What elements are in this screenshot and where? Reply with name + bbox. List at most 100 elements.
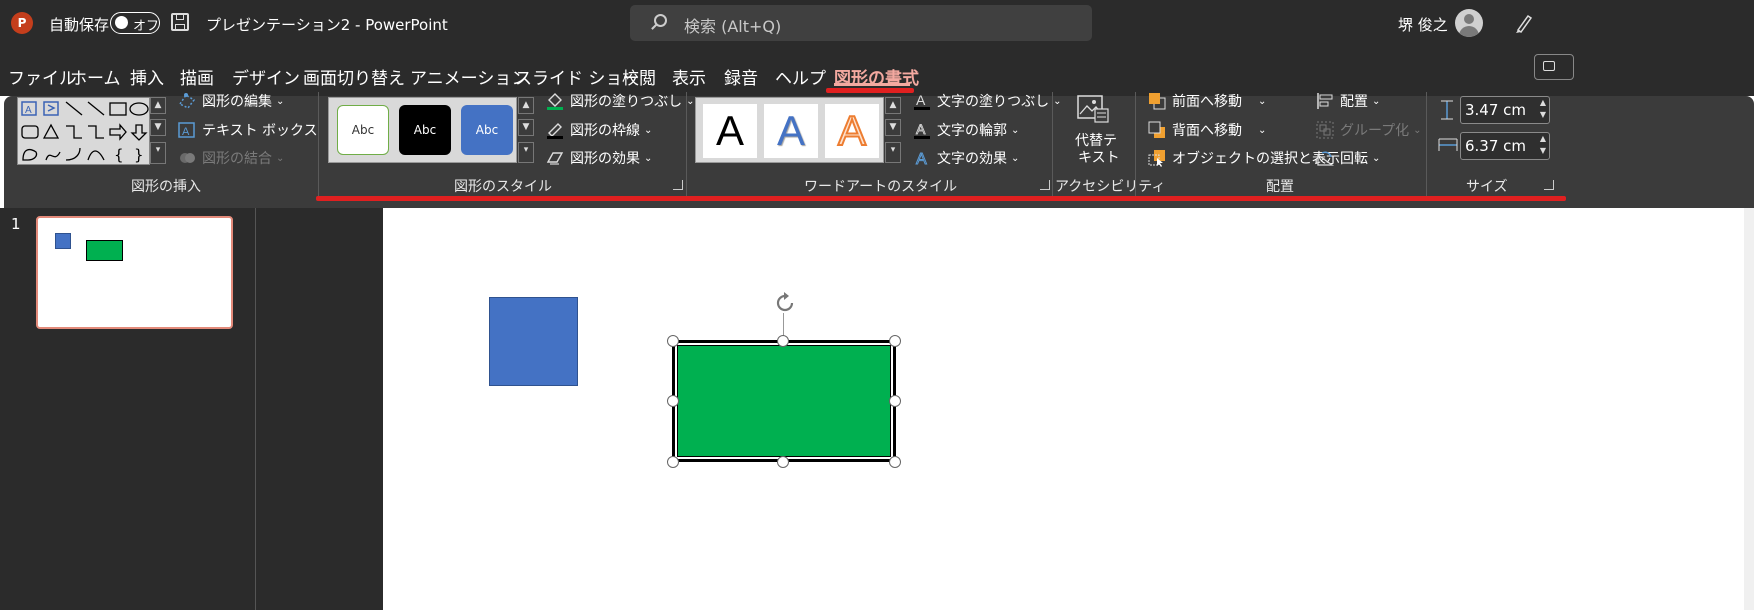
wordart-orange-outline[interactable]: A	[825, 104, 879, 158]
resize-handle-nw[interactable]	[667, 335, 679, 347]
width-spin-down[interactable]: ▼	[1540, 146, 1546, 155]
chevron-down-icon: ⌄	[686, 95, 695, 107]
shapes-scroll-down[interactable]: ▼	[150, 119, 166, 136]
search-box[interactable]: 検索 (Alt+Q)	[630, 5, 1092, 41]
shape-effects-button[interactable]: 図形の効果 ⌄	[546, 147, 652, 169]
tab-help[interactable]: ヘルプ	[775, 64, 826, 89]
shape-styles-launcher-icon[interactable]	[673, 180, 683, 190]
height-spin-up[interactable]: ▲	[1540, 98, 1546, 107]
paint-bucket-icon	[546, 92, 564, 110]
tab-home[interactable]: ホーム	[70, 64, 121, 89]
resize-handle-n[interactable]	[777, 335, 789, 347]
resize-handle-e[interactable]	[889, 395, 901, 407]
tab-draw[interactable]: 描画	[180, 64, 214, 89]
tab-view[interactable]: 表示	[672, 64, 706, 89]
tab-record[interactable]: 録音	[724, 64, 758, 89]
rotate-handle-icon[interactable]	[772, 290, 798, 316]
align-button[interactable]: 配置 ⌄	[1316, 90, 1380, 112]
wordart-scroll-down[interactable]: ▼	[885, 119, 901, 136]
text-fill-button[interactable]: A 文字の塗りつぶし ⌄	[913, 90, 1062, 112]
chevron-down-icon: ⌄	[1372, 152, 1381, 164]
chevron-down-icon: ⌄	[644, 124, 653, 136]
styles-more[interactable]: ▾	[518, 142, 534, 163]
group-objects-icon	[1316, 121, 1334, 139]
group-separator	[318, 92, 319, 198]
tab-file[interactable]: ファイル	[8, 64, 76, 89]
thumb-blue-square	[55, 233, 71, 249]
edit-shape-button[interactable]: 図形の編集 ⌄	[178, 90, 284, 112]
wordart-more[interactable]: ▾	[885, 142, 901, 163]
resize-handle-ne[interactable]	[889, 335, 901, 347]
tab-transitions[interactable]: 画面切り替え	[303, 64, 405, 89]
tab-review[interactable]: 校閲	[622, 64, 656, 89]
shapes-gallery[interactable]: A { }	[17, 97, 150, 165]
shapes-more[interactable]: ▾	[150, 142, 166, 164]
shape-style-blue[interactable]: Abc	[461, 105, 513, 155]
comments-button[interactable]	[1534, 54, 1574, 80]
title-bar: P 自動保存 オフ プレゼンテーション2 - PowerPoint 検索 (Al…	[0, 0, 1754, 50]
bring-forward-icon	[1148, 92, 1166, 110]
shape-style-black[interactable]: Abc	[399, 105, 451, 155]
tab-design[interactable]: デザイン	[232, 64, 300, 89]
wordart-launcher-icon[interactable]	[1040, 180, 1050, 190]
save-icon[interactable]	[171, 13, 189, 31]
designer-pen-icon[interactable]	[1514, 12, 1534, 34]
tab-animations[interactable]: アニメーション	[410, 64, 528, 89]
wordart-scroll-up[interactable]: ▲	[885, 97, 901, 114]
autosave-toggle[interactable]: オフ	[110, 12, 160, 34]
text-outline-button[interactable]: A 文字の輪郭 ⌄	[913, 119, 1019, 141]
slide-canvas[interactable]	[383, 208, 1754, 610]
text-effects-button[interactable]: A 文字の効果 ⌄	[913, 147, 1020, 169]
bring-forward-button[interactable]: 前面へ移動 ⌄	[1148, 90, 1266, 112]
group-separator	[686, 92, 687, 198]
alt-text-label-line2: キスト	[1078, 150, 1120, 166]
resize-handle-se[interactable]	[889, 456, 901, 468]
text-box-button[interactable]: A テキスト ボックス⌄	[178, 119, 336, 141]
chevron-down-icon: ⌄	[644, 152, 653, 164]
height-spin-down[interactable]: ▼	[1540, 110, 1546, 119]
shapes-scroll-up[interactable]: ▲	[150, 97, 166, 114]
svg-text:A: A	[916, 121, 926, 137]
group-separator	[1426, 92, 1427, 198]
styles-scroll-up[interactable]: ▲	[518, 97, 534, 114]
size-launcher-icon[interactable]	[1544, 180, 1554, 190]
green-rectangle-shape[interactable]	[672, 340, 896, 462]
shape-fill-button[interactable]: 図形の塗りつぶし ⌄	[546, 90, 695, 112]
resize-handle-w[interactable]	[667, 395, 679, 407]
wordart-black[interactable]: A	[703, 104, 757, 158]
avatar[interactable]	[1455, 9, 1483, 37]
alt-text-button[interactable]: 代替テ キスト	[1062, 92, 1124, 172]
tab-slideshow[interactable]: スライド ショー	[515, 64, 639, 89]
width-spin-up[interactable]: ▲	[1540, 134, 1546, 143]
shape-height-input[interactable]: 3.47 cm ▲ ▼	[1460, 96, 1550, 124]
shape-styles-gallery[interactable]: Abc Abc Abc	[328, 97, 517, 163]
vertical-scrollbar[interactable]	[1744, 208, 1754, 610]
group-button[interactable]: グループ化 ⌄	[1316, 119, 1422, 141]
selection-pane-button[interactable]: オブジェクトの選択と表示	[1148, 147, 1340, 169]
slide-thumbnail[interactable]	[36, 216, 233, 329]
document-title: プレゼンテーション2 - PowerPoint	[206, 16, 448, 34]
svg-text:}: }	[134, 146, 144, 164]
styles-scroll-down[interactable]: ▼	[518, 119, 534, 136]
tab-highlight-underline	[826, 88, 914, 93]
resize-handle-s[interactable]	[777, 456, 789, 468]
shape-outline-button[interactable]: 図形の枠線 ⌄	[546, 119, 652, 141]
toggle-state-label: オフ	[133, 19, 160, 34]
blue-square-shape[interactable]	[489, 297, 578, 386]
svg-text:A: A	[182, 126, 190, 138]
chevron-down-icon: ⌄	[1372, 95, 1381, 107]
shape-style-outline-green[interactable]: Abc	[337, 105, 389, 155]
resize-handle-sw[interactable]	[667, 456, 679, 468]
shape-width-icon	[1438, 136, 1458, 154]
wordart-blue[interactable]: A	[764, 104, 818, 158]
svg-text:A: A	[916, 92, 926, 108]
svg-text:{: {	[114, 146, 124, 164]
wordart-gallery[interactable]: A A A	[695, 97, 884, 163]
merge-shapes-button[interactable]: 図形の結合 ⌄	[178, 147, 284, 169]
svg-text:A: A	[916, 151, 927, 167]
shape-width-input[interactable]: 6.37 cm ▲ ▼	[1460, 132, 1550, 160]
group-label-size: サイズ	[1466, 179, 1508, 195]
send-backward-button[interactable]: 背面へ移動 ⌄	[1148, 119, 1266, 141]
tab-insert[interactable]: 挿入	[130, 64, 164, 89]
rotate-button[interactable]: 回転 ⌄	[1316, 147, 1380, 169]
